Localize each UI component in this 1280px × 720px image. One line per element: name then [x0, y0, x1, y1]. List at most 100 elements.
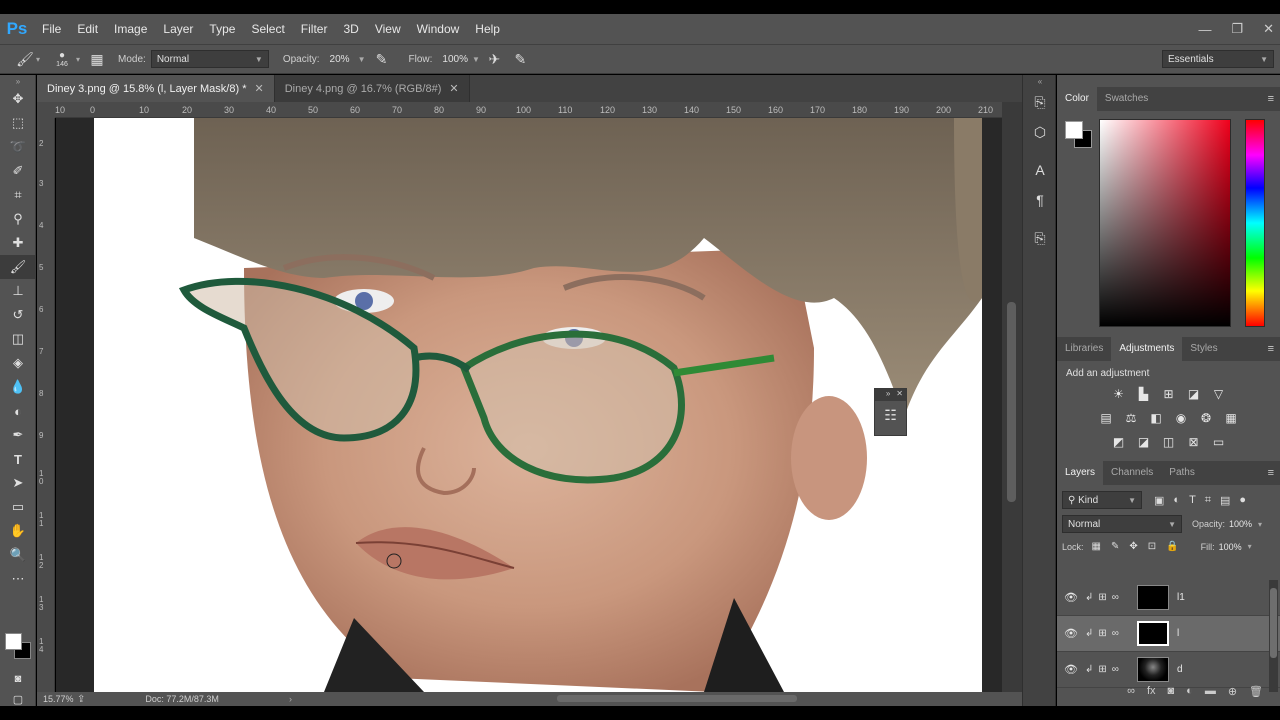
black-white-icon[interactable]: ◧ — [1147, 409, 1166, 427]
brush-tool-icon[interactable]: 🖌 — [14, 48, 36, 70]
layer-mask-thumbnail[interactable] — [1137, 657, 1169, 682]
menu-help[interactable]: Help — [467, 14, 508, 44]
shape-filter-icon[interactable]: ⌗ — [1205, 494, 1211, 507]
layer-filter-select[interactable]: ⚲ Kind ▼ — [1062, 491, 1142, 509]
tool-preset-caret[interactable]: ▾ — [36, 55, 40, 64]
exposure-icon[interactable]: ◪ — [1184, 385, 1203, 403]
tab-channels[interactable]: Channels — [1103, 461, 1161, 485]
lock-transparency-icon[interactable]: ▦ — [1092, 541, 1101, 552]
posterize-icon[interactable]: ◪ — [1134, 433, 1153, 451]
vertical-scrollbar[interactable] — [1002, 102, 1022, 692]
brightness-icon[interactable]: ☀ — [1109, 385, 1128, 403]
tab-styles[interactable]: Styles — [1182, 337, 1225, 361]
document-canvas[interactable] — [94, 118, 982, 692]
zoom-level[interactable]: 15.77% — [37, 694, 77, 704]
history-icon[interactable]: ⎘ — [1023, 87, 1057, 117]
filter-toggle-icon[interactable]: ● — [1239, 494, 1246, 507]
collapse-arrows-icon[interactable]: « — [1023, 75, 1057, 87]
tab-libraries[interactable]: Libraries — [1057, 337, 1111, 361]
pressure-size-icon[interactable]: ✎ — [509, 48, 531, 70]
character-icon[interactable]: A — [1023, 155, 1057, 185]
minimize-button[interactable]: — — [1198, 22, 1211, 37]
doc-tab-diney-4[interactable]: Diney 4.png @ 16.7% (RGB/8#) ✕ — [274, 75, 470, 102]
workspace-select[interactable]: Essentials ▼ — [1162, 50, 1274, 68]
lock-pixels-icon[interactable]: ✎ — [1111, 541, 1119, 552]
link-icon[interactable]: ∞ — [1112, 664, 1119, 675]
scrollbar-thumb[interactable] — [1270, 588, 1277, 658]
photo-filter-icon[interactable]: ◉ — [1172, 409, 1191, 427]
menu-view[interactable]: View — [367, 14, 409, 44]
trash-icon[interactable]: 🗑 — [1249, 685, 1263, 698]
share-icon[interactable]: ⇪ — [77, 694, 85, 705]
3d-cube-icon[interactable]: ⬡ — [1023, 117, 1057, 147]
layer-mask-thumbnail[interactable] — [1137, 585, 1169, 610]
selective-color-icon[interactable]: ⊠ — [1184, 433, 1203, 451]
eraser-tool-icon[interactable]: ◫ — [0, 327, 36, 351]
smart-object-filter-icon[interactable]: ▤ — [1220, 494, 1230, 507]
threshold-icon[interactable]: ◫ — [1159, 433, 1178, 451]
pen-tool-icon[interactable]: ✒ — [0, 423, 36, 447]
layer-row[interactable]: 👁 ↲ ⊞ ∞ l — [1057, 616, 1280, 652]
paint-bucket-tool-icon[interactable]: ◈ — [0, 351, 36, 375]
menu-3d[interactable]: 3D — [335, 14, 366, 44]
chevron-down-icon[interactable]: ▾ — [1258, 520, 1262, 529]
eyedropper-tool-icon[interactable]: ⚲ — [0, 207, 36, 231]
panel-menu-icon[interactable]: ≡ — [1268, 461, 1274, 485]
restore-button[interactable]: ❐ — [1231, 21, 1243, 37]
layer-row[interactable]: 👁 ↲ ⊞ ∞ l1 — [1057, 580, 1280, 616]
menu-type[interactable]: Type — [201, 14, 243, 44]
menu-edit[interactable]: Edit — [69, 14, 106, 44]
glyphs-icon[interactable]: ⎘ — [1023, 223, 1057, 253]
flow-field[interactable]: 100% ▼ — [437, 50, 483, 68]
close-icon[interactable]: ✕ — [896, 389, 903, 401]
crop-tool-icon[interactable]: ⌗ — [0, 183, 36, 207]
menu-layer[interactable]: Layer — [155, 14, 201, 44]
add-mask-icon[interactable]: ◙ — [1168, 685, 1175, 697]
type-filter-icon[interactable]: T — [1189, 494, 1196, 507]
rectangle-tool-icon[interactable]: ▭ — [0, 495, 36, 519]
invert-icon[interactable]: ◩ — [1109, 433, 1128, 451]
paragraph-icon[interactable]: ¶ — [1023, 185, 1057, 215]
layers-scrollbar[interactable] — [1269, 580, 1278, 692]
menu-select[interactable]: Select — [243, 14, 292, 44]
tab-layers[interactable]: Layers — [1057, 461, 1104, 485]
collapse-arrows-icon[interactable]: » — [0, 75, 36, 87]
lock-all-icon[interactable]: 🔒 — [1166, 541, 1178, 552]
floating-properties-panel[interactable]: » ✕ ☷ — [874, 388, 907, 436]
chevron-down-icon[interactable]: ▾ — [1248, 542, 1252, 551]
menu-file[interactable]: File — [34, 14, 69, 44]
quick-select-tool-icon[interactable]: ✐ — [0, 159, 36, 183]
status-arrow-icon[interactable]: › — [289, 694, 292, 704]
path-select-tool-icon[interactable]: ➤ — [0, 471, 36, 495]
menu-image[interactable]: Image — [106, 14, 155, 44]
doc-tab-diney-3[interactable]: Diney 3.png @ 15.8% (l, Layer Mask/8) * … — [37, 75, 275, 102]
eye-icon[interactable]: 👁 — [1057, 663, 1085, 676]
more-tools-icon[interactable]: ⋯ — [0, 567, 36, 591]
link-layers-icon[interactable]: ∞ — [1127, 685, 1135, 697]
layer-opacity-value[interactable]: 100% — [1229, 519, 1252, 529]
airbrush-icon[interactable]: ✈ — [483, 48, 505, 70]
horizontal-scroll-thumb[interactable] — [557, 695, 797, 702]
curves-icon[interactable]: ⊞ — [1159, 385, 1178, 403]
close-icon[interactable]: ✕ — [254, 82, 263, 95]
lock-position-icon[interactable]: ✥ — [1129, 541, 1137, 552]
brush-panel-icon[interactable]: ▦ — [86, 48, 108, 70]
new-adjustment-icon[interactable]: ◐ — [1186, 685, 1193, 697]
tab-paths[interactable]: Paths — [1161, 461, 1203, 485]
history-brush-tool-icon[interactable]: ↺ — [0, 303, 36, 327]
layer-name[interactable]: l1 — [1177, 592, 1185, 603]
adjustment-filter-icon[interactable]: ◐ — [1173, 494, 1180, 507]
marquee-tool-icon[interactable]: ⬚ — [0, 111, 36, 135]
eye-icon[interactable]: 👁 — [1057, 591, 1085, 604]
pixel-filter-icon[interactable]: ▣ — [1154, 494, 1164, 507]
opacity-field[interactable]: 20% ▼ — [325, 50, 371, 68]
healing-brush-tool-icon[interactable]: ✚ — [0, 231, 36, 255]
dodge-tool-icon[interactable]: ◐ — [0, 399, 36, 423]
move-tool-icon[interactable]: ✥ — [0, 87, 36, 111]
link-icon[interactable]: ∞ — [1112, 592, 1119, 603]
brush-preset-picker[interactable]: ● 146 — [50, 50, 74, 68]
doc-size[interactable]: Doc: 77.2M/87.3M — [145, 694, 219, 704]
panel-menu-icon[interactable]: ≡ — [1268, 337, 1274, 361]
canvas-area[interactable]: » ✕ ☷ — [56, 118, 1002, 692]
scrollbar-thumb[interactable] — [1007, 302, 1016, 502]
